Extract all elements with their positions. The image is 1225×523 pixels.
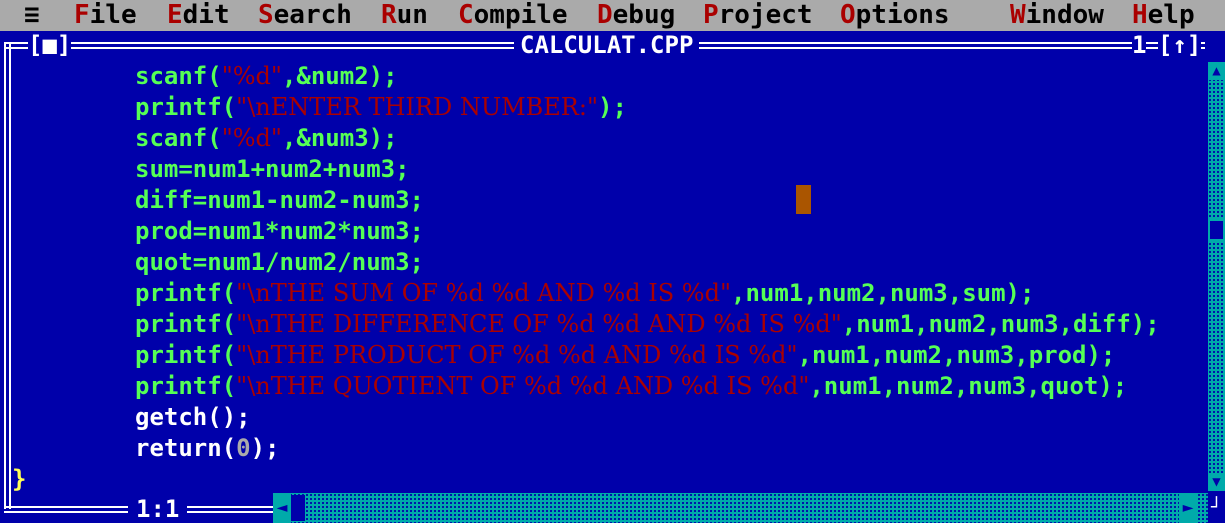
menu-compile-hotkey: C [458, 0, 474, 30]
window-title: CALCULAT.CPP [514, 31, 700, 59]
code-token: } [12, 465, 27, 493]
menu-project[interactable]: Project [703, 0, 813, 31]
code-line: printf("\nENTER THIRD NUMBER:"); [135, 92, 627, 122]
scroll-down-arrow-icon[interactable]: ▼ [1208, 473, 1225, 491]
menu-file-hotkey: F [74, 0, 90, 30]
code-line: scanf("%d",&num3); [135, 123, 398, 153]
menu-search[interactable]: Search [258, 0, 352, 31]
code-token: ,&num3); [281, 124, 398, 152]
code-token: prod=num1*num2*num3; [135, 217, 424, 245]
code-line: printf("\nTHE SUM OF %d %d AND %d IS %d"… [135, 278, 1034, 308]
code-token: "\nTHE PRODUCT OF %d %d AND %d IS %d" [236, 341, 798, 369]
code-token: ,&num2); [281, 62, 398, 90]
menu-run-label: un [396, 0, 428, 30]
menu-project-hotkey: P [703, 0, 719, 30]
menu-compile-label: ompile [473, 0, 568, 30]
code-token: printf( [135, 310, 237, 338]
menu-options-hotkey: O [840, 0, 856, 30]
code-line: scanf("%d",&num2); [135, 61, 398, 91]
close-box[interactable]: [■] [28, 31, 72, 59]
horizontal-scroll-thumb[interactable] [291, 495, 305, 521]
window-number: 1 [1132, 31, 1147, 59]
code-line: return(0); [135, 433, 280, 463]
menu-options-label: ptions [855, 0, 950, 30]
menu-run-hotkey: R [381, 0, 397, 30]
menu-edit-label: dit [182, 0, 230, 30]
code-token: "\nTHE SUM OF %d %d AND %d IS %d" [236, 279, 732, 307]
menu-options[interactable]: Options [840, 0, 950, 31]
code-token: ,num1,num2,num3,prod); [797, 341, 1116, 369]
code-token: ,num1,num2,num3,quot); [809, 372, 1128, 400]
code-line: sum=num1+num2+num3; [135, 154, 410, 184]
code-token: diff=num1-num2-num3; [135, 186, 424, 214]
text-cursor [796, 185, 811, 214]
code-line: printf("\nTHE DIFFERENCE OF %d %d AND %d… [135, 309, 1160, 339]
zoom-box[interactable]: [↑] [1158, 31, 1202, 59]
vertical-scrollbar[interactable]: ▲ ▼ [1208, 62, 1225, 491]
menu-debug-hotkey: D [597, 0, 613, 30]
scroll-left-arrow-icon[interactable]: ◄ [273, 493, 291, 523]
code-line: quot=num1/num2/num3; [135, 247, 424, 277]
menu-help-hotkey: H [1132, 0, 1148, 30]
menu-file-label: ile [89, 0, 137, 30]
scroll-right-arrow-icon[interactable]: ► [1179, 493, 1197, 523]
code-token: printf( [135, 372, 237, 400]
code-line: } [12, 464, 26, 494]
code-token: ,num1,num2,num3,sum); [731, 279, 1035, 307]
code-token: "%d" [221, 124, 282, 152]
menu-debug[interactable]: Debug [597, 0, 675, 31]
code-token: getch(); [135, 403, 251, 431]
menu-window-label: indow [1025, 0, 1104, 30]
system-menu[interactable]: ≡ [24, 0, 40, 31]
code-token: quot=num1/num2/num3; [135, 248, 424, 276]
menu-search-hotkey: S [258, 0, 274, 30]
vertical-scroll-thumb[interactable] [1208, 219, 1225, 241]
menu-bar: ≡ File Edit Search Run Compile Debug Pro… [0, 0, 1225, 31]
code-token: ); [250, 434, 280, 462]
code-line: printf("\nTHE QUOTIENT OF %d %d AND %d I… [135, 371, 1127, 401]
menu-file[interactable]: File [74, 0, 137, 31]
code-token: "\nENTER THIRD NUMBER:" [236, 93, 598, 121]
menu-window-hotkey: W [1010, 0, 1026, 30]
horizontal-scrollbar[interactable]: ◄ ► [273, 493, 1208, 523]
resize-corner-icon[interactable]: ┘ [1208, 493, 1225, 523]
code-line: prod=num1*num2*num3; [135, 216, 424, 246]
code-token: printf( [135, 279, 237, 307]
menu-help[interactable]: Help [1132, 0, 1195, 31]
menu-window[interactable]: Window [1010, 0, 1104, 31]
code-token: 0 [236, 434, 251, 462]
menu-debug-label: ebug [612, 0, 676, 30]
menu-edit[interactable]: Edit [167, 0, 230, 31]
cursor-position: 1:1 [128, 495, 188, 523]
code-token: ,num1,num2,num3,diff); [841, 310, 1160, 338]
menu-help-label: elp [1147, 0, 1195, 30]
frame-bottom-left-corner [4, 493, 11, 509]
menu-run[interactable]: Run [381, 0, 428, 31]
code-token: printf( [135, 93, 237, 121]
frame-left-border [4, 57, 11, 497]
scroll-up-arrow-icon[interactable]: ▲ [1208, 62, 1225, 80]
code-line: printf("\nTHE PRODUCT OF %d %d AND %d IS… [135, 340, 1115, 370]
code-line: diff=num1-num2-num3; [135, 185, 424, 215]
code-token: sum=num1+num2+num3; [135, 155, 410, 183]
code-token: printf( [135, 341, 237, 369]
code-token: ); [598, 93, 627, 121]
code-token: scanf( [135, 124, 222, 152]
menu-search-label: earch [273, 0, 352, 30]
code-line: getch(); [135, 402, 251, 432]
editor-window: [■] CALCULAT.CPP 1 [↑] scanf("%d",&num2)… [0, 31, 1225, 523]
menu-edit-hotkey: E [167, 0, 183, 30]
code-token: "\nTHE QUOTIENT OF %d %d AND %d IS %d" [236, 372, 810, 400]
code-token: return( [135, 434, 237, 462]
code-token: "\nTHE DIFFERENCE OF %d %d AND %d IS %d" [236, 310, 842, 338]
window-title-bar: [■] CALCULAT.CPP 1 [↑] [0, 31, 1225, 62]
menu-compile[interactable]: Compile [458, 0, 568, 31]
menu-project-label: roject [718, 0, 813, 30]
code-token: scanf( [135, 62, 222, 90]
code-token: "%d" [221, 62, 282, 90]
